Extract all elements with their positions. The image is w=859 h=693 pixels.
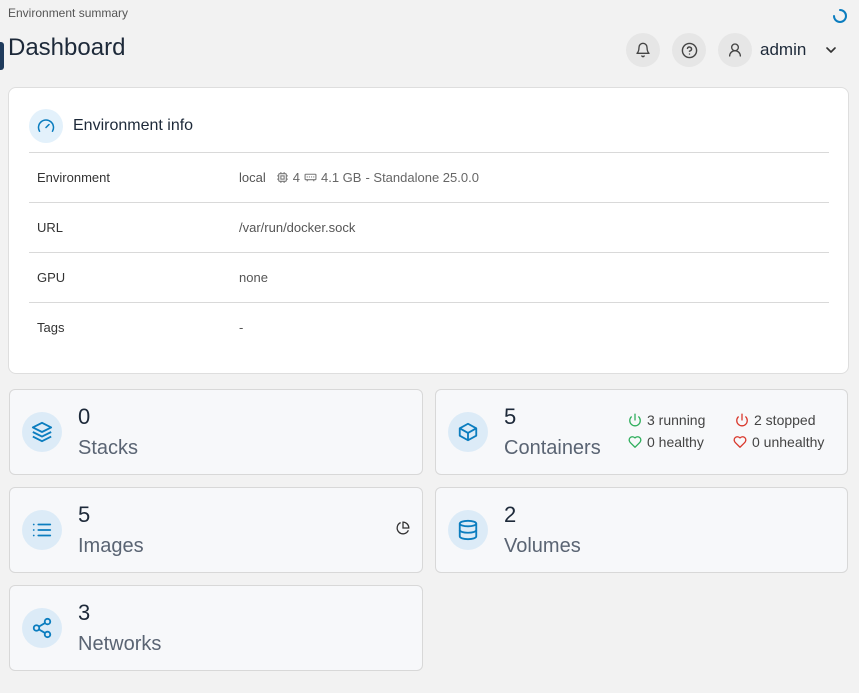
unhealthy-status: 0 unhealthy [733, 434, 824, 450]
heart-icon [733, 436, 747, 448]
info-row-url: URL /var/run/docker.sock [29, 202, 829, 252]
environment-type: - Standalone 25.0.0 [365, 170, 479, 185]
info-label: Tags [37, 320, 65, 335]
info-row-tags: Tags - [29, 302, 829, 352]
volumes-label: Volumes [504, 535, 581, 557]
panel-title: Environment info [73, 117, 194, 134]
breadcrumb: Environment summary [8, 6, 129, 20]
gauge-icon [29, 109, 63, 143]
list-icon [22, 510, 62, 550]
info-value: /var/run/docker.sock [239, 220, 356, 235]
info-row-environment: Environment local 4 4.1 GB - Standalone … [29, 152, 829, 202]
database-icon [448, 510, 488, 550]
stacks-label: Stacks [78, 437, 139, 459]
user-icon [729, 43, 741, 57]
pie-chart-icon [396, 521, 410, 535]
info-value: local 4 4.1 GB - Standalone 25.0.0 [239, 170, 479, 185]
loading-spinner-icon [833, 9, 847, 23]
stopped-status: 2 stopped [735, 412, 816, 428]
help-button[interactable] [672, 33, 706, 67]
info-row-gpu: GPU none [29, 252, 829, 302]
info-table: Environment local 4 4.1 GB - Standalone … [29, 152, 829, 352]
unhealthy-count: 0 unhealthy [752, 434, 825, 450]
heart-icon [628, 436, 642, 448]
chevron-down-icon[interactable] [823, 42, 839, 58]
power-icon [736, 413, 748, 427]
stacks-card[interactable]: 0 Stacks [9, 389, 423, 475]
panel-header: Environment info [29, 108, 193, 144]
containers-label: Containers [504, 437, 601, 459]
networks-label: Networks [78, 633, 162, 655]
volumes-count: 2 [504, 502, 517, 527]
stacks-count: 0 [78, 404, 91, 429]
networks-count: 3 [78, 600, 91, 625]
images-count: 5 [78, 502, 91, 527]
images-label: Images [78, 535, 144, 557]
info-label: URL [37, 220, 64, 235]
memory-icon [304, 173, 317, 182]
running-status: 3 running [628, 412, 705, 428]
info-label: Environment [37, 170, 110, 185]
images-card[interactable]: 5 Images [9, 487, 423, 573]
volumes-card[interactable]: 2 Volumes [435, 487, 848, 573]
bell-icon [636, 42, 650, 58]
environment-info-panel: Environment info Environment local 4 4.1… [8, 87, 849, 374]
cpu-count: 4 [292, 170, 300, 185]
info-value: - [239, 320, 244, 335]
page-title: Dashboard [8, 34, 126, 61]
help-icon [681, 42, 697, 58]
cpu-icon [276, 172, 288, 183]
containers-count: 5 [504, 404, 517, 429]
running-count: 3 running [647, 412, 706, 428]
share-icon [22, 608, 62, 648]
memory-size: 4.1 GB [320, 170, 362, 185]
notifications-button[interactable] [626, 33, 660, 67]
healthy-count: 0 healthy [647, 434, 704, 450]
layers-icon [22, 412, 62, 452]
environment-name: local [239, 170, 266, 185]
healthy-status: 0 healthy [628, 434, 704, 450]
user-menu-button[interactable] [718, 33, 752, 67]
stopped-count: 2 stopped [754, 412, 816, 428]
containers-card[interactable]: 5 Containers 3 running 2 stopped 0 healt… [435, 389, 848, 475]
user-name[interactable]: admin [760, 40, 806, 60]
power-icon [629, 413, 641, 427]
info-label: GPU [37, 270, 66, 285]
sidebar-edge [0, 42, 4, 70]
box-icon [448, 412, 488, 452]
networks-card[interactable]: 3 Networks [9, 585, 423, 671]
info-value: none [239, 270, 268, 285]
